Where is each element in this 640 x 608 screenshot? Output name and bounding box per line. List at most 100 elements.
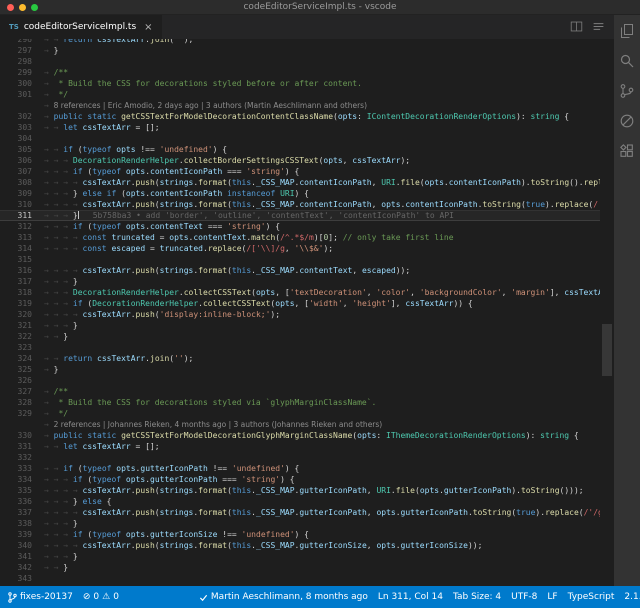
status-cursor-position[interactable]: Ln 311, Col 14 <box>378 592 443 602</box>
code-line[interactable]: 315 <box>0 254 600 265</box>
status-encoding[interactable]: UTF-8 <box>511 592 537 602</box>
line-number[interactable]: 337 <box>0 507 44 518</box>
status-language-mode[interactable]: TypeScript <box>568 592 615 602</box>
code-line[interactable]: 321→ → → } <box>0 320 600 331</box>
line-number[interactable]: 340 <box>0 540 44 551</box>
line-number[interactable]: 321 <box>0 320 44 331</box>
code-line[interactable]: 304 <box>0 133 600 144</box>
maximize-window-button[interactable] <box>31 4 38 11</box>
code-line[interactable]: 338→ → → } <box>0 518 600 529</box>
line-number[interactable]: 344 <box>0 584 44 586</box>
code-line[interactable]: 333→ → if (typeof opts.gutterIconPath !=… <box>0 463 600 474</box>
code-line[interactable]: 331→ → let cssTextArr = []; <box>0 441 600 452</box>
status-typescript-version[interactable]: 2.1.6 <box>624 592 640 602</box>
problems-indicator[interactable]: ⊘ 0 ⚠ 0 <box>83 592 119 602</box>
code-line[interactable]: 303→ → let cssTextArr = []; <box>0 122 600 133</box>
code-line[interactable]: 301→ */ <box>0 89 600 100</box>
line-number[interactable]: 309 <box>0 188 44 199</box>
code-line[interactable]: 335→ → → → cssTextArr.push(strings.forma… <box>0 485 600 496</box>
code-line[interactable]: 308→ → → → cssTextArr.push(strings.forma… <box>0 177 600 188</box>
code-line[interactable]: 306→ → → DecorationRenderHelper.collectB… <box>0 155 600 166</box>
code-line[interactable]: 324→ → return cssTextArr.join(''); <box>0 353 600 364</box>
code-line[interactable]: 318→ → → DecorationRenderHelper.collectC… <box>0 287 600 298</box>
code-line[interactable]: 297→ } <box>0 45 600 56</box>
codelens-row[interactable]: → 2 references | Johannes Rieken, 4 mont… <box>0 419 600 430</box>
codelens-text[interactable]: 2 references | Johannes Rieken, 4 months… <box>54 420 383 429</box>
code-line[interactable]: 320→ → → → cssTextArr.push('display:inli… <box>0 309 600 320</box>
scrollbar-thumb[interactable] <box>602 324 612 376</box>
line-number[interactable]: 303 <box>0 122 44 133</box>
code-line[interactable]: 299→ /** <box>0 67 600 78</box>
code-line[interactable]: 298 <box>0 56 600 67</box>
code-line[interactable]: 329→ */ <box>0 408 600 419</box>
line-number[interactable]: 319 <box>0 298 44 309</box>
line-number[interactable]: 312 <box>0 221 44 232</box>
close-window-button[interactable] <box>7 4 14 11</box>
line-number[interactable]: 329 <box>0 408 44 419</box>
code-line[interactable]: 339→ → → if (typeof opts.gutterIconSize … <box>0 529 600 540</box>
line-number[interactable]: 323 <box>0 342 44 353</box>
code-line[interactable]: 342→ → } <box>0 562 600 573</box>
code-line[interactable]: 313→ → → → const truncated = opts.conten… <box>0 232 600 243</box>
line-number[interactable]: 305 <box>0 144 44 155</box>
files-icon[interactable] <box>619 23 635 39</box>
line-number[interactable]: 315 <box>0 254 44 265</box>
line-number[interactable]: 330 <box>0 430 44 441</box>
code-line[interactable]: 325→ } <box>0 364 600 375</box>
codelens-text[interactable]: 8 references | Eric Amodio, 2 days ago |… <box>54 101 367 110</box>
line-number[interactable]: 307 <box>0 166 44 177</box>
line-number[interactable]: 343 <box>0 573 44 584</box>
line-number[interactable]: 299 <box>0 67 44 78</box>
line-number[interactable]: 333 <box>0 463 44 474</box>
line-number[interactable]: 310 <box>0 199 44 210</box>
line-number[interactable]: 302 <box>0 111 44 122</box>
line-number[interactable]: 306 <box>0 155 44 166</box>
code-line[interactable]: 327→ /** <box>0 386 600 397</box>
code-line[interactable]: 326 <box>0 375 600 386</box>
line-number[interactable]: 297 <box>0 45 44 56</box>
code-line[interactable]: 337→ → → → cssTextArr.push(strings.forma… <box>0 507 600 518</box>
code-line[interactable]: 309→ → → } else if (opts.contentIconPath… <box>0 188 600 199</box>
vertical-scrollbar[interactable] <box>600 39 614 586</box>
line-number[interactable]: 314 <box>0 243 44 254</box>
code-line[interactable]: 330→ public static getCSSTextForModelDec… <box>0 430 600 441</box>
tab-codeEditorServiceImpl[interactable]: TS codeEditorServiceImpl.ts × <box>0 15 162 39</box>
line-number[interactable]: 304 <box>0 133 44 144</box>
code-line[interactable]: 328→ * Build the CSS for decorations sty… <box>0 397 600 408</box>
line-number[interactable]: 339 <box>0 529 44 540</box>
code-line[interactable]: 336→ → → } else { <box>0 496 600 507</box>
code-line[interactable]: 305→ → if (typeof opts !== 'undefined') … <box>0 144 600 155</box>
code-line[interactable]: 341→ → → } <box>0 551 600 562</box>
line-number[interactable]: 325 <box>0 364 44 375</box>
code-line[interactable]: 319→ → → if (DecorationRenderHelper.coll… <box>0 298 600 309</box>
code-line[interactable]: 323 <box>0 342 600 353</box>
line-number[interactable]: 320 <box>0 309 44 320</box>
code-line[interactable]: 307→ → → if (typeof opts.contentIconPath… <box>0 166 600 177</box>
code-line[interactable]: 302→ public static getCSSTextForModelDec… <box>0 111 600 122</box>
line-number[interactable]: 301 <box>0 89 44 100</box>
debug-icon[interactable] <box>619 113 635 129</box>
code-editor[interactable]: 296→ → return cssTextArr.join('');297→ }… <box>0 39 614 586</box>
line-number[interactable]: 313 <box>0 232 44 243</box>
line-number[interactable]: 316 <box>0 265 44 276</box>
line-number[interactable]: 326 <box>0 375 44 386</box>
code-line[interactable]: 311→ → → }5b758ba3 • add 'border', 'outl… <box>0 210 600 221</box>
line-number[interactable]: 322 <box>0 331 44 342</box>
source-control-icon[interactable] <box>619 83 635 99</box>
line-number[interactable]: 308 <box>0 177 44 188</box>
split-editor-icon[interactable] <box>570 18 583 37</box>
status-eol[interactable]: LF <box>547 592 557 602</box>
line-number[interactable]: 335 <box>0 485 44 496</box>
gitlens-blame-status[interactable]: Martin Aeschlimann, 8 months ago <box>199 592 368 602</box>
code-line[interactable]: 317→ → → } <box>0 276 600 287</box>
code-line[interactable]: 312→ → → if (typeof opts.contentText ===… <box>0 221 600 232</box>
line-number[interactable]: 336 <box>0 496 44 507</box>
code-line[interactable]: 316→ → → → cssTextArr.push(strings.forma… <box>0 265 600 276</box>
status-tab-size[interactable]: Tab Size: 4 <box>453 592 501 602</box>
line-number[interactable]: 341 <box>0 551 44 562</box>
codelens-row[interactable]: → 8 references | Eric Amodio, 2 days ago… <box>0 100 600 111</box>
close-tab-icon[interactable]: × <box>144 22 152 33</box>
git-branch-indicator[interactable]: fixes-20137 <box>8 592 73 603</box>
line-number[interactable]: 332 <box>0 452 44 463</box>
line-number[interactable]: 324 <box>0 353 44 364</box>
